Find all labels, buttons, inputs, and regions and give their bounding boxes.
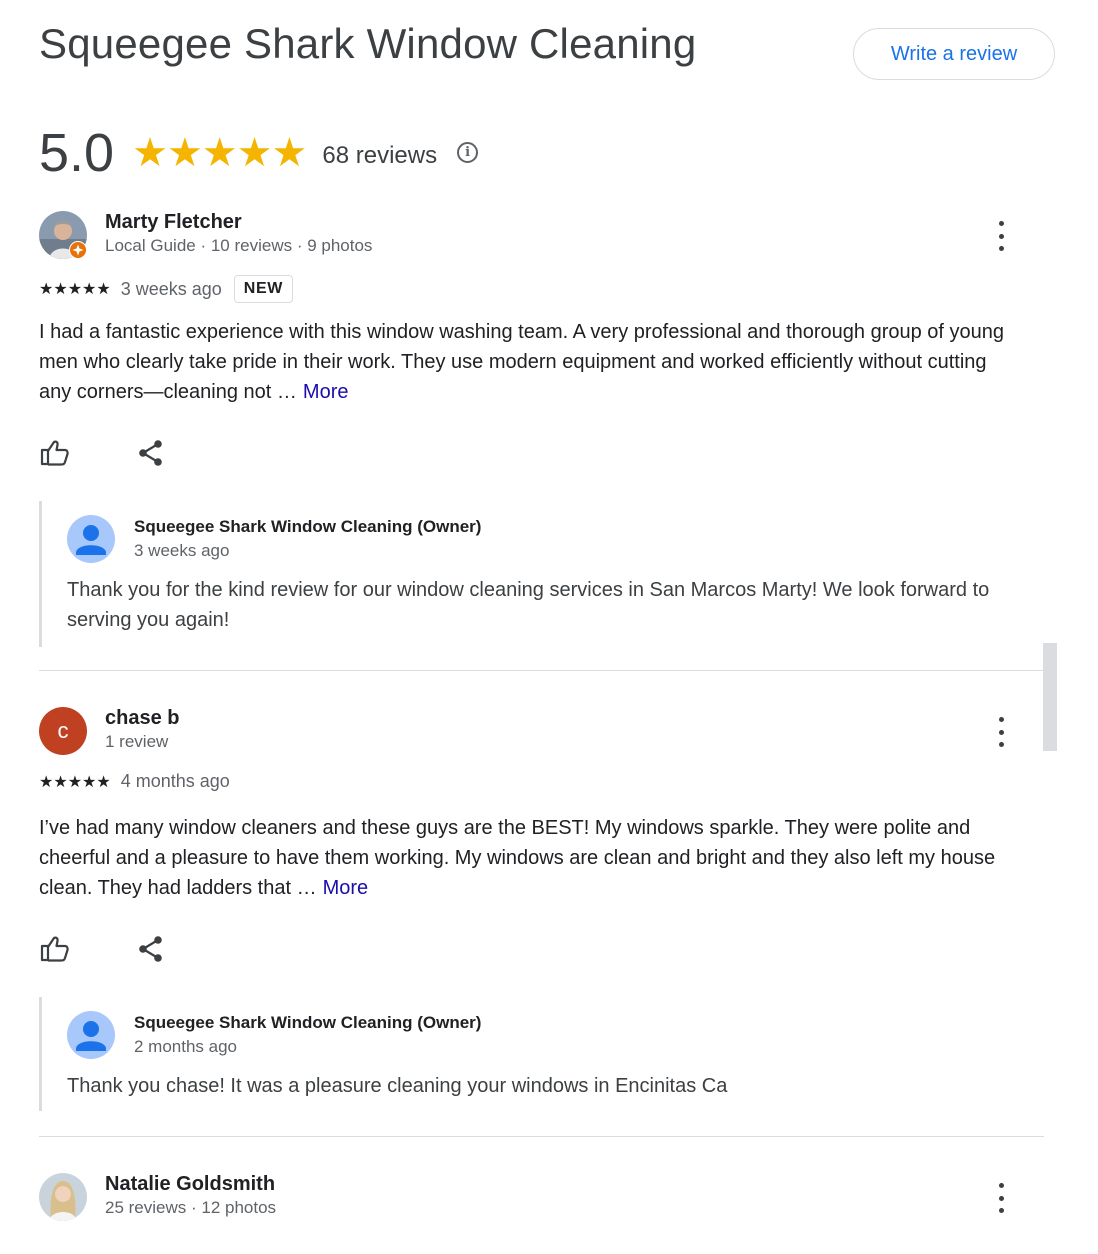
review-text-content: I’ve had many window cleaners and these …	[39, 817, 996, 899]
owner-reply: Squeegee Shark Window Cleaning (Owner) 2…	[39, 997, 1047, 1111]
owner-reply-date: 2 months ago	[134, 1037, 238, 1056]
owner-avatar	[67, 1011, 115, 1059]
review-card: Marty Fletcher Local Guide · 10 reviews …	[39, 211, 1044, 647]
more-options-icon[interactable]	[991, 1183, 1011, 1213]
share-icon[interactable]	[135, 437, 167, 469]
review-actions	[39, 437, 167, 469]
reviewer-meta[interactable]: Local Guide · 10 reviews · 9 photos	[105, 236, 372, 256]
reviewer-meta[interactable]: 25 reviews · 12 photos	[105, 1198, 276, 1218]
thumbs-up-icon[interactable]	[39, 437, 71, 469]
owner-name: Squeegee Shark Window Cleaning (Owner)	[134, 517, 482, 536]
owner-name: Squeegee Shark Window Cleaning (Owner)	[134, 1013, 482, 1032]
average-stars: ★ ★ ★ ★ ★	[132, 131, 308, 175]
write-review-button[interactable]: Write a review	[853, 28, 1055, 80]
star-icon: ★	[132, 131, 168, 175]
more-options-icon[interactable]	[991, 717, 1011, 747]
reviewer-name[interactable]: Natalie Goldsmith	[105, 1173, 275, 1196]
review-date: 3 weeks ago	[120, 278, 222, 299]
review-text-content: I had a fantastic experience with this w…	[39, 321, 1005, 403]
review-count: 68 reviews	[322, 142, 438, 169]
owner-reply-text: Thank you for the kind review for our wi…	[67, 579, 990, 631]
more-options-icon[interactable]	[991, 221, 1011, 251]
local-guide-badge-icon	[69, 241, 87, 259]
review-text: I had a fantastic experience with this w…	[39, 317, 1019, 407]
star-icon: ★	[271, 131, 308, 175]
star-icon: ★	[201, 131, 238, 175]
owner-reply-date: 3 weeks ago	[134, 541, 230, 560]
more-link[interactable]: More	[323, 877, 369, 899]
reviewer-meta[interactable]: 1 review	[105, 732, 168, 752]
star-icon: ★	[236, 131, 273, 175]
info-icon[interactable]: i	[457, 141, 479, 163]
thumbs-up-icon[interactable]	[39, 933, 71, 965]
review-actions	[39, 933, 167, 965]
review-card: Natalie Goldsmith 25 reviews · 12 photos	[39, 1173, 1044, 1233]
star-icon: ★	[166, 131, 203, 175]
average-rating: 5.0	[39, 123, 115, 183]
owner-avatar	[67, 515, 115, 563]
page-title: Squeegee Shark Window Cleaning	[39, 20, 697, 67]
owner-reply-text: Thank you chase! It was a pleasure clean…	[67, 1075, 728, 1097]
share-icon[interactable]	[135, 933, 167, 965]
reviewer-name[interactable]: chase b	[105, 707, 179, 730]
scrollbar[interactable]	[1043, 643, 1057, 751]
avatar[interactable]	[39, 1173, 87, 1221]
rating-summary: 5.0 ★ ★ ★ ★ ★ 68 reviews i	[39, 118, 479, 188]
review-rating-row: ★★★★★ 3 weeks ago NEW	[39, 275, 293, 303]
review-stars: ★★★★★	[39, 281, 111, 298]
divider	[39, 670, 1044, 671]
review-card: c chase b 1 review ★★★★★ 4 months ago I’…	[39, 707, 1044, 1117]
reviewer-name[interactable]: Marty Fletcher	[105, 211, 242, 234]
review-date: 4 months ago	[120, 771, 230, 791]
divider	[39, 1136, 1044, 1137]
review-stars: ★★★★★	[39, 773, 111, 791]
avatar[interactable]: c	[39, 707, 87, 755]
owner-reply: Squeegee Shark Window Cleaning (Owner) 3…	[39, 501, 1047, 647]
new-badge: NEW	[233, 275, 293, 303]
review-text: I’ve had many window cleaners and these …	[39, 813, 1019, 903]
more-link[interactable]: More	[303, 381, 349, 403]
review-rating-row: ★★★★★ 4 months ago	[39, 771, 230, 792]
